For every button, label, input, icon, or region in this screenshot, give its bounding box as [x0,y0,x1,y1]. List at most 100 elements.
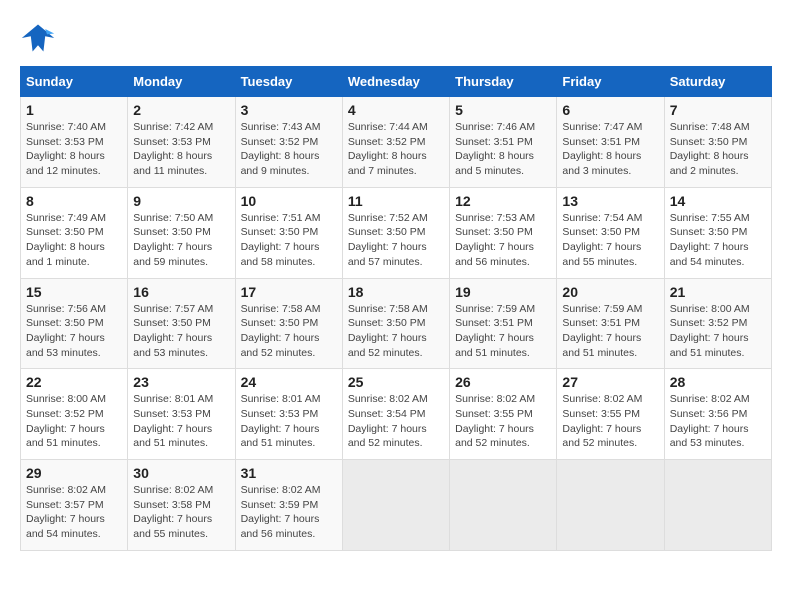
sunrise-time: 7:58 AM [282,303,321,315]
sunset-label: Sunset: [133,408,172,420]
sunset-time: 3:53 PM [172,136,211,148]
sunset-label: Sunset: [241,317,280,329]
daylight-label: Daylight: 8 hours and 3 minutes. [562,150,641,177]
calendar-body: 1 Sunrise: 7:40 AM Sunset: 3:53 PM Dayli… [21,97,772,551]
calendar-table: SundayMondayTuesdayWednesdayThursdayFrid… [20,66,772,551]
daylight-label: Daylight: 7 hours and 56 minutes. [455,241,534,268]
sunrise-label: Sunrise: [26,393,67,405]
sunset-label: Sunset: [133,317,172,329]
sunrise-time: 7:52 AM [389,212,428,224]
day-cell: 30 Sunrise: 8:02 AM Sunset: 3:58 PM Dayl… [128,460,235,551]
day-number: 28 [670,374,766,390]
sunset-time: 3:52 PM [386,136,425,148]
day-header-monday: Monday [128,67,235,97]
logo-icon [20,20,56,56]
daylight-label: Daylight: 7 hours and 51 minutes. [26,423,105,450]
day-info: Sunrise: 8:01 AM Sunset: 3:53 PM Dayligh… [241,392,337,451]
sunset-time: 3:50 PM [279,226,318,238]
sunrise-label: Sunrise: [455,393,496,405]
sunset-time: 3:50 PM [172,317,211,329]
day-number: 2 [133,102,229,118]
day-cell [342,460,449,551]
daylight-label: Daylight: 7 hours and 58 minutes. [241,241,320,268]
sunset-time: 3:58 PM [172,499,211,511]
sunrise-time: 7:59 AM [497,303,536,315]
day-cell: 24 Sunrise: 8:01 AM Sunset: 3:53 PM Dayl… [235,369,342,460]
day-info: Sunrise: 8:02 AM Sunset: 3:57 PM Dayligh… [26,483,122,542]
sunset-time: 3:50 PM [386,226,425,238]
daylight-label: Daylight: 7 hours and 55 minutes. [562,241,641,268]
sunset-label: Sunset: [241,499,280,511]
sunset-time: 3:56 PM [708,408,747,420]
sunrise-time: 7:55 AM [711,212,750,224]
day-cell: 10 Sunrise: 7:51 AM Sunset: 3:50 PM Dayl… [235,187,342,278]
daylight-label: Daylight: 7 hours and 55 minutes. [133,513,212,540]
week-row-4: 22 Sunrise: 8:00 AM Sunset: 3:52 PM Dayl… [21,369,772,460]
day-info: Sunrise: 7:40 AM Sunset: 3:53 PM Dayligh… [26,120,122,179]
day-info: Sunrise: 7:59 AM Sunset: 3:51 PM Dayligh… [455,302,551,361]
sunset-label: Sunset: [670,408,709,420]
sunset-time: 3:51 PM [601,317,640,329]
day-cell: 12 Sunrise: 7:53 AM Sunset: 3:50 PM Dayl… [450,187,557,278]
sunset-time: 3:53 PM [172,408,211,420]
day-info: Sunrise: 8:02 AM Sunset: 3:54 PM Dayligh… [348,392,444,451]
day-number: 8 [26,193,122,209]
sunrise-label: Sunrise: [26,303,67,315]
logo [20,20,60,56]
week-row-1: 1 Sunrise: 7:40 AM Sunset: 3:53 PM Dayli… [21,97,772,188]
sunset-label: Sunset: [562,317,601,329]
day-cell: 19 Sunrise: 7:59 AM Sunset: 3:51 PM Dayl… [450,278,557,369]
day-number: 10 [241,193,337,209]
day-cell: 28 Sunrise: 8:02 AM Sunset: 3:56 PM Dayl… [664,369,771,460]
daylight-label: Daylight: 7 hours and 51 minutes. [241,423,320,450]
sunrise-label: Sunrise: [26,212,67,224]
sunset-label: Sunset: [26,499,65,511]
daylight-label: Daylight: 8 hours and 5 minutes. [455,150,534,177]
day-cell: 16 Sunrise: 7:57 AM Sunset: 3:50 PM Dayl… [128,278,235,369]
sunset-time: 3:50 PM [708,226,747,238]
sunrise-label: Sunrise: [241,303,282,315]
day-info: Sunrise: 7:46 AM Sunset: 3:51 PM Dayligh… [455,120,551,179]
sunrise-time: 8:02 AM [175,484,214,496]
sunset-label: Sunset: [455,226,494,238]
day-number: 22 [26,374,122,390]
day-number: 6 [562,102,658,118]
day-cell: 13 Sunrise: 7:54 AM Sunset: 3:50 PM Dayl… [557,187,664,278]
sunrise-label: Sunrise: [348,212,389,224]
sunrise-label: Sunrise: [455,212,496,224]
daylight-label: Daylight: 7 hours and 54 minutes. [26,513,105,540]
day-info: Sunrise: 7:56 AM Sunset: 3:50 PM Dayligh… [26,302,122,361]
sunset-time: 3:50 PM [279,317,318,329]
day-number: 1 [26,102,122,118]
sunrise-time: 7:50 AM [175,212,214,224]
sunset-label: Sunset: [670,226,709,238]
day-info: Sunrise: 7:52 AM Sunset: 3:50 PM Dayligh… [348,211,444,270]
sunset-label: Sunset: [562,226,601,238]
sunset-label: Sunset: [26,136,65,148]
sunset-label: Sunset: [348,317,387,329]
sunrise-label: Sunrise: [562,212,603,224]
daylight-label: Daylight: 7 hours and 53 minutes. [670,423,749,450]
sunrise-label: Sunrise: [26,484,67,496]
day-cell: 25 Sunrise: 8:02 AM Sunset: 3:54 PM Dayl… [342,369,449,460]
day-number: 7 [670,102,766,118]
sunrise-time: 8:02 AM [67,484,106,496]
day-info: Sunrise: 7:49 AM Sunset: 3:50 PM Dayligh… [26,211,122,270]
sunrise-label: Sunrise: [241,212,282,224]
sunset-time: 3:52 PM [65,408,104,420]
sunset-label: Sunset: [133,136,172,148]
sunset-time: 3:57 PM [65,499,104,511]
day-cell: 8 Sunrise: 7:49 AM Sunset: 3:50 PM Dayli… [21,187,128,278]
daylight-label: Daylight: 8 hours and 11 minutes. [133,150,212,177]
day-header-thursday: Thursday [450,67,557,97]
sunset-time: 3:59 PM [279,499,318,511]
daylight-label: Daylight: 7 hours and 52 minutes. [241,332,320,359]
sunrise-time: 8:00 AM [711,303,750,315]
sunrise-time: 7:54 AM [604,212,643,224]
day-cell: 3 Sunrise: 7:43 AM Sunset: 3:52 PM Dayli… [235,97,342,188]
sunset-time: 3:55 PM [494,408,533,420]
day-number: 15 [26,284,122,300]
sunrise-label: Sunrise: [562,121,603,133]
sunrise-label: Sunrise: [241,393,282,405]
day-cell: 7 Sunrise: 7:48 AM Sunset: 3:50 PM Dayli… [664,97,771,188]
